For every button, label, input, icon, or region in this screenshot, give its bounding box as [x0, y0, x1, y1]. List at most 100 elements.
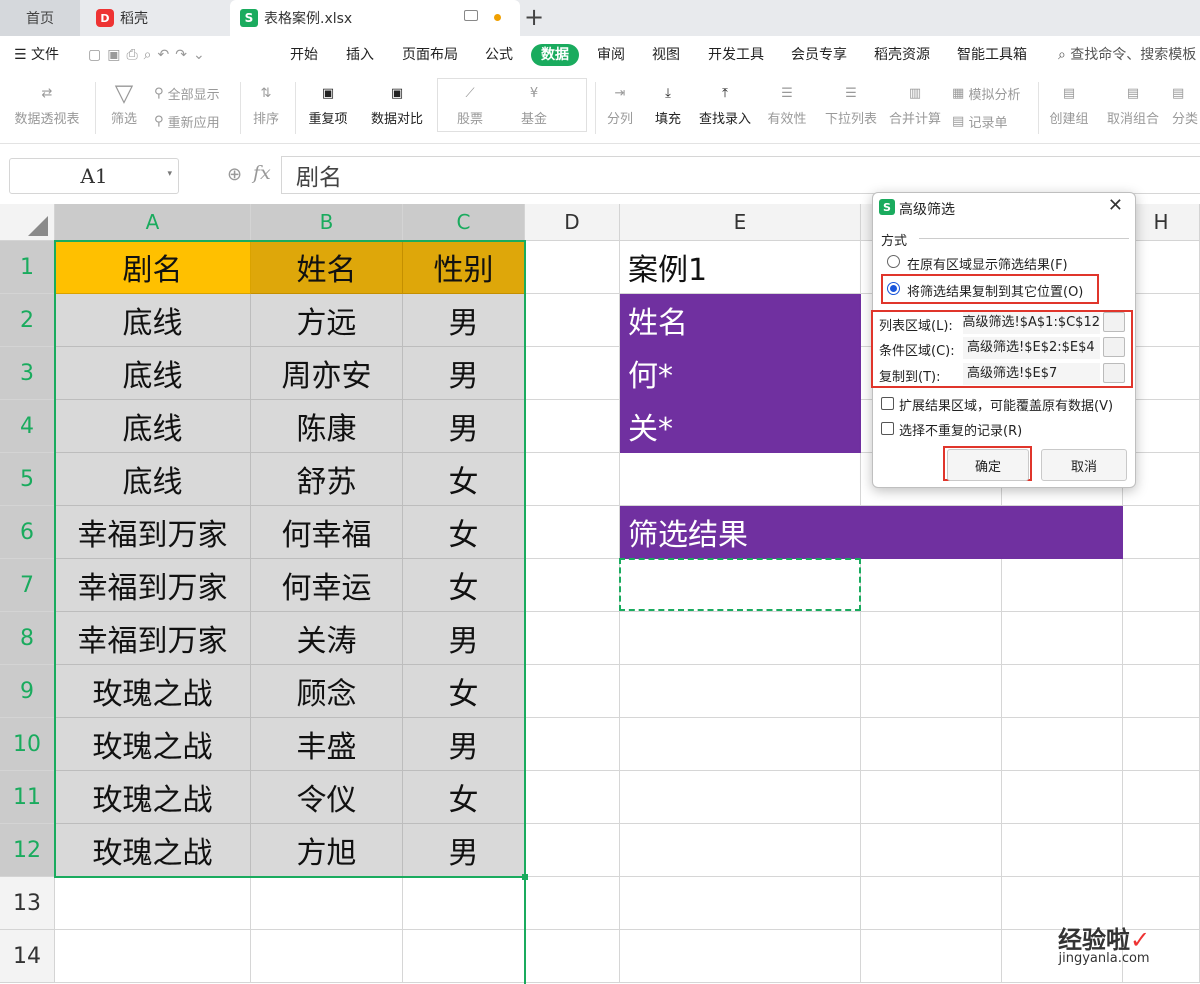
cell[interactable] [525, 718, 620, 771]
tab-home[interactable]: 首页 [0, 0, 80, 36]
table-cell[interactable]: 玫瑰之战 [55, 824, 251, 877]
formula-input[interactable]: 剧名 [281, 156, 1200, 194]
cell[interactable] [403, 877, 525, 930]
cell[interactable] [251, 930, 403, 983]
subtotal-button[interactable]: ▤ 分类 [1172, 78, 1200, 128]
row-header[interactable]: 10 [0, 718, 55, 771]
cell[interactable] [1002, 771, 1123, 824]
ok-button[interactable]: 确定 [947, 449, 1029, 481]
table-cell[interactable]: 男 [403, 824, 525, 877]
fx-icon[interactable]: fx [253, 162, 271, 184]
table-cell[interactable]: 女 [403, 559, 525, 612]
monitor-icon[interactable] [464, 10, 478, 21]
stock-button[interactable]: ⟋ 股票 [448, 78, 492, 128]
cell[interactable] [525, 665, 620, 718]
cell[interactable] [525, 506, 620, 559]
duplicates-button[interactable]: ▣ 重复项 [302, 78, 354, 128]
dropdown-list-button[interactable]: ☰ 下拉列表 [822, 78, 880, 128]
cell[interactable] [861, 559, 1002, 612]
cell[interactable] [620, 877, 861, 930]
cell[interactable] [525, 824, 620, 877]
row-header[interactable]: 8 [0, 612, 55, 665]
case-title-cell[interactable]: 案例1 [620, 241, 861, 294]
cell[interactable] [620, 453, 861, 506]
show-all-button[interactable]: ⚲ 全部显示 [154, 84, 220, 103]
reapply-button[interactable]: ⚲ 重新应用 [154, 112, 220, 131]
expand-results-checkbox[interactable] [881, 397, 894, 410]
tab-file[interactable]: S 表格案例.xlsx [230, 0, 520, 36]
fund-button[interactable]: ¥ 基金 [512, 78, 556, 128]
sort-button[interactable]: ⇅ 排序 [246, 78, 286, 128]
table-cell[interactable]: 玫瑰之战 [55, 771, 251, 824]
table-cell[interactable]: 女 [403, 665, 525, 718]
table-cell[interactable]: 女 [403, 453, 525, 506]
cell[interactable] [1002, 718, 1123, 771]
table-header-cell[interactable]: 姓名 [251, 241, 403, 294]
cell[interactable] [861, 877, 1002, 930]
pivot-table-button[interactable]: ⇄ 数据透视表 [10, 78, 84, 128]
table-cell[interactable]: 陈康 [251, 400, 403, 453]
cell[interactable] [861, 612, 1002, 665]
select-all-corner[interactable] [0, 204, 55, 241]
cell[interactable] [1002, 665, 1123, 718]
cell[interactable] [1002, 559, 1123, 612]
cell[interactable] [1002, 824, 1123, 877]
row-header[interactable]: 1 [0, 241, 55, 294]
cell[interactable] [861, 718, 1002, 771]
table-cell[interactable]: 关涛 [251, 612, 403, 665]
criteria-range-input[interactable]: 高级筛选!$E$2:$E$4 [963, 337, 1100, 359]
cell[interactable] [55, 930, 251, 983]
radio-copy-to[interactable] [887, 282, 900, 295]
table-cell[interactable]: 底线 [55, 400, 251, 453]
table-cell[interactable]: 顾念 [251, 665, 403, 718]
column-header-e[interactable]: E [620, 204, 861, 241]
cell[interactable] [1123, 612, 1200, 665]
cell[interactable] [525, 453, 620, 506]
row-header[interactable]: 6 [0, 506, 55, 559]
criteria-header-cell[interactable]: 姓名 [620, 294, 861, 347]
cell[interactable] [620, 612, 861, 665]
what-if-analysis-button[interactable]: ▦ 模拟分析 [952, 84, 1020, 103]
column-header-a[interactable]: A [55, 204, 251, 241]
cell[interactable] [1123, 559, 1200, 612]
split-column-button[interactable]: ⇥ 分列 [602, 78, 638, 128]
cell[interactable] [525, 294, 620, 347]
data-compare-button[interactable]: ▣ 数据对比 [365, 78, 429, 128]
menu-data[interactable]: 数据 [531, 44, 579, 66]
range-picker-icon[interactable] [1103, 363, 1125, 383]
cell[interactable] [620, 930, 861, 983]
chevron-down-icon[interactable]: ▾ [167, 169, 172, 179]
cell[interactable] [620, 718, 861, 771]
menu-developer[interactable]: 开发工具 [708, 44, 764, 66]
menu-daoke-resources[interactable]: 稻壳资源 [874, 44, 930, 66]
row-header[interactable]: 3 [0, 347, 55, 400]
column-header-b[interactable]: B [251, 204, 403, 241]
cell[interactable] [1002, 877, 1123, 930]
ungroup-button[interactable]: ▤ 取消组合 [1100, 78, 1166, 128]
row-header[interactable]: 7 [0, 559, 55, 612]
table-cell[interactable]: 女 [403, 506, 525, 559]
table-cell[interactable]: 方旭 [251, 824, 403, 877]
table-cell[interactable]: 底线 [55, 453, 251, 506]
table-cell[interactable]: 底线 [55, 294, 251, 347]
cell[interactable] [1123, 877, 1200, 930]
table-cell[interactable]: 幸福到万家 [55, 506, 251, 559]
table-cell[interactable]: 丰盛 [251, 718, 403, 771]
quick-access-toolbar[interactable]: ▢▣⎙⌕↶↷⌄ [88, 44, 211, 66]
table-header-cell[interactable]: 剧名 [55, 241, 251, 294]
cell[interactable] [525, 877, 620, 930]
list-range-input[interactable]: 高级筛选!$A$1:$C$12 [963, 312, 1100, 334]
menu-member[interactable]: 会员专享 [791, 44, 847, 66]
cell[interactable] [620, 559, 861, 612]
menu-smart-toolbox[interactable]: 智能工具箱 [957, 44, 1027, 66]
fill-button[interactable]: ⤓ 填充 [648, 78, 688, 128]
close-icon[interactable]: ✕ [1108, 195, 1123, 216]
table-cell[interactable]: 舒苏 [251, 453, 403, 506]
table-cell[interactable]: 周亦安 [251, 347, 403, 400]
range-picker-icon[interactable] [1103, 312, 1125, 332]
cell[interactable] [1123, 718, 1200, 771]
cell[interactable] [861, 665, 1002, 718]
row-header[interactable]: 9 [0, 665, 55, 718]
row-header[interactable]: 11 [0, 771, 55, 824]
criteria-value-cell[interactable]: 何* [620, 347, 861, 400]
